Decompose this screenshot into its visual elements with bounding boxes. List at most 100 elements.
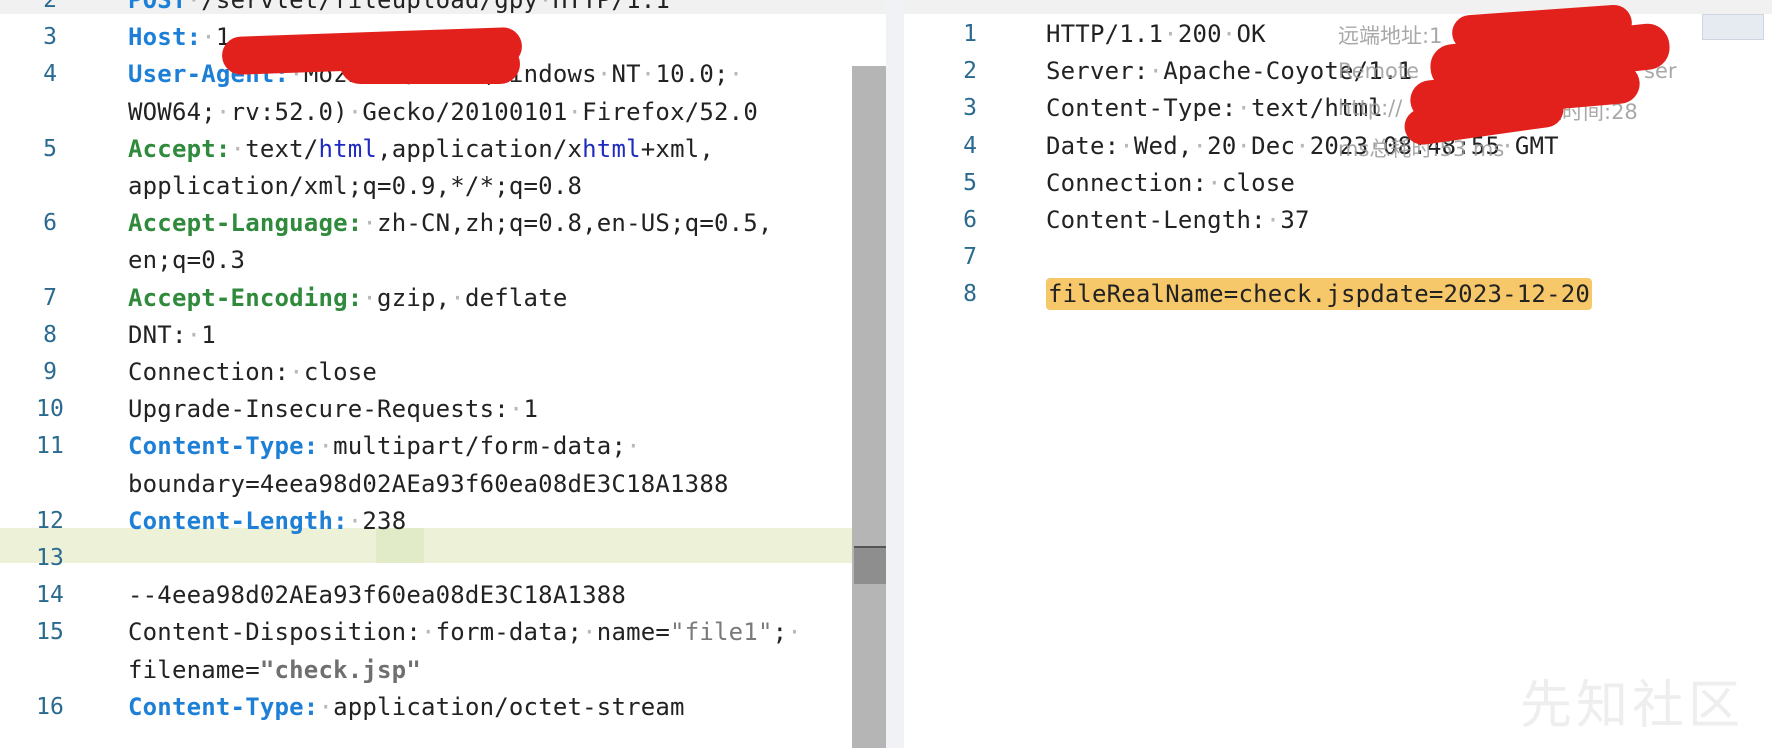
code-token: Content-Disposition: [128, 618, 421, 647]
code-token: 10.0; [655, 60, 729, 89]
whitespace-marker: · [1163, 20, 1178, 48]
line-number: 4 [963, 132, 977, 159]
code-token: "check.jsp" [259, 655, 421, 684]
code-token: text/ [245, 134, 319, 163]
code-token: name= [596, 618, 671, 647]
line-number: 11 [36, 433, 64, 460]
scrollbar-thumb[interactable] [854, 548, 886, 584]
whitespace-marker: · [640, 60, 656, 89]
request-editor-pane[interactable]: 2 POST·/servlet/fileupload/gpy·HTTP/1.1 3 H… [0, 0, 886, 748]
code-token: Server: [1046, 57, 1149, 86]
code-token: Firefox/52.0 [582, 97, 758, 126]
code-token: html [582, 134, 641, 163]
code-token: Gecko/20100101 [362, 97, 568, 126]
response-body-highlight: fileRealName=check.jspdate=2023-12-20 [1046, 278, 1593, 311]
code-token: form-data; [435, 618, 583, 647]
whitespace-marker: · [508, 395, 524, 424]
code-token: Content-Length: [128, 506, 348, 535]
whitespace-marker: · [1148, 57, 1164, 86]
whitespace-marker: · [362, 209, 378, 238]
code-token: application/xml;q=0.9,*/*;q=0.8 [128, 172, 583, 200]
code-token: GMT [1514, 131, 1559, 160]
code-token: WOW64; [128, 97, 216, 126]
line-number: 5 [43, 135, 57, 162]
pane-divider[interactable] [886, 0, 904, 748]
whitespace-marker: · [230, 134, 246, 163]
whitespace-marker: · [1207, 168, 1222, 197]
overlay-row3-left: http:// [1338, 96, 1403, 120]
whitespace-marker: · [420, 618, 436, 647]
whitespace-marker: · [347, 97, 363, 126]
code-token: +xml, [640, 134, 715, 163]
whitespace-marker: · [347, 506, 363, 535]
line-number: 2 [963, 58, 977, 85]
whitespace-marker: · [596, 60, 612, 89]
code-token: application/octet-stream [333, 692, 685, 721]
line-number: 3 [963, 95, 977, 122]
code-token: Accept: [128, 134, 231, 163]
pane-top-strip [904, 0, 1772, 14]
line-number: 6 [43, 210, 57, 237]
whitespace-marker: · [1236, 94, 1252, 123]
code-token: zh-CN,zh;q=0.8,en-US;q=0.5, [377, 209, 773, 238]
line-code: HTTP/1.1·200·OK [1046, 16, 1266, 53]
line-code: Content-Length:·37 [1046, 202, 1310, 239]
vertical-scrollbar[interactable] [852, 66, 886, 748]
code-token: "file1" [670, 618, 773, 647]
line-code: Accept-Encoding:·gzip,·deflate [128, 280, 842, 317]
code-token: 37 [1280, 206, 1310, 234]
line-number: 2 [43, 0, 57, 13]
minimap-thumbnail[interactable] [1702, 14, 1764, 40]
line-code: Content-Type:·text/html [1046, 90, 1383, 127]
line-number: 10 [36, 396, 64, 423]
whitespace-marker: · [186, 0, 202, 14]
line-number: 13 [36, 545, 64, 571]
whitespace-marker: · [318, 692, 334, 721]
whitespace-marker: · [186, 320, 202, 349]
code-token: Connection: [128, 358, 290, 386]
line-code: Connection:·close [128, 354, 842, 391]
whitespace-marker: · [787, 618, 802, 647]
remote-address-label: 远端地址:1 [1338, 24, 1443, 48]
code-token: Connection: [1046, 168, 1208, 197]
line-number: 3 [43, 24, 57, 51]
line-code: Content-Type:·application/octet-stream [128, 689, 842, 726]
whitespace-marker: · [582, 618, 597, 647]
line-code: Upgrade-Insecure-Requests:·1 [128, 391, 842, 428]
line-code: DNT:·1 [128, 317, 842, 354]
code-token: rv:52.0) [230, 97, 348, 126]
whitespace-marker: · [728, 60, 744, 89]
code-token: /servlet/fileupload/gpy [201, 0, 539, 14]
whitespace-marker: · [450, 283, 465, 312]
whitespace-marker: · [1119, 131, 1134, 160]
code-token: 20 [1207, 131, 1237, 160]
code-token: close [303, 358, 378, 386]
watermark: 先知社区 [1519, 676, 1744, 736]
line-number: 7 [43, 284, 57, 311]
line-code: Content-Type:·multipart/form-data;· [128, 428, 842, 465]
line-code: Accept-Language:·zh-CN,zh;q=0.8,en-US;q=… [128, 205, 842, 242]
line-code: Accept:·text/html,application/xhtml+xml, [128, 131, 842, 168]
line-code: fileRealName=check.jspdate=2023-12-20 [1046, 276, 1593, 313]
code-token: 200 [1177, 20, 1222, 48]
line-number: 8 [43, 321, 57, 348]
line-code: POST·/servlet/fileupload/gpy·HTTP/1.1 [128, 0, 842, 19]
code-token: Accept-Language: [128, 209, 363, 238]
line-number: 8 [963, 281, 977, 308]
code-token: Wed, [1133, 131, 1193, 160]
line-number: 12 [36, 507, 64, 534]
line-number: 7 [963, 244, 977, 271]
code-token: POST [128, 0, 187, 14]
line-code: Content-Length:·238 [128, 503, 842, 540]
code-token: Date: [1046, 131, 1120, 160]
line-number: 6 [963, 207, 977, 233]
response-viewer-pane[interactable]: 1 HTTP/1.1·200·OK 2 Server:·Apache-Coyote/1… [904, 0, 1772, 748]
code-token: ; [772, 618, 788, 647]
code-token: Content-Type: [1046, 94, 1237, 123]
line-number: 9 [43, 359, 57, 385]
line-code: WOW64;·rv:52.0)·Gecko/20100101·Firefox/5… [128, 94, 842, 131]
whitespace-marker: · [538, 0, 553, 14]
whitespace-marker: · [289, 358, 304, 386]
line-code: --4eea98d02AEa93f60ea08dE3C18A1388 [128, 577, 842, 614]
line-code: filename="check.jsp" [128, 652, 842, 689]
